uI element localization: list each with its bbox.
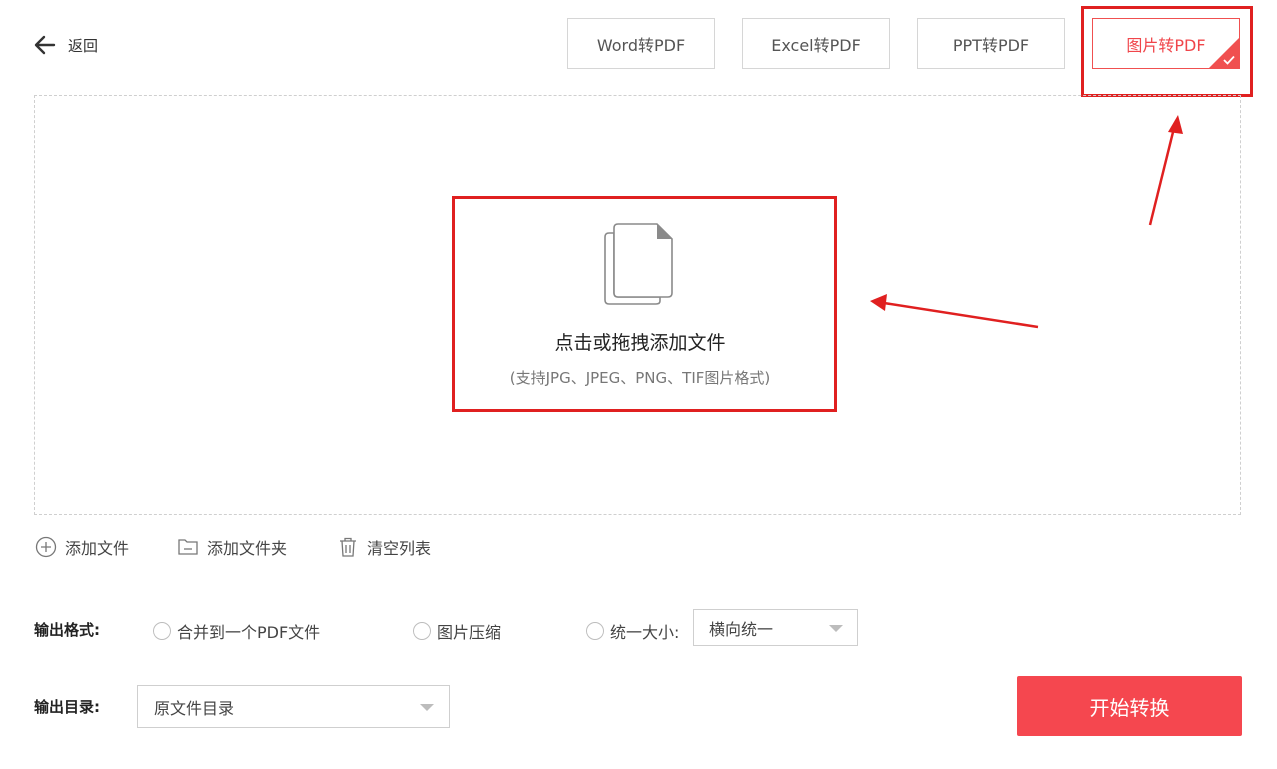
folder-icon — [178, 539, 198, 555]
radio-circle — [413, 622, 431, 640]
radio-merge-pdf[interactable]: 合并到一个PDF文件 — [153, 619, 320, 643]
add-folder-label: 添加文件夹 — [207, 539, 288, 558]
highlight-box-tab — [1081, 6, 1253, 97]
add-file-button[interactable]: 添加文件 — [35, 535, 129, 559]
back-label: 返回 — [68, 36, 99, 55]
output-dir-value: 原文件目录 — [154, 698, 235, 718]
chevron-down-icon — [829, 625, 843, 632]
tab-ppt-to-pdf[interactable]: PPT转PDF — [917, 18, 1065, 69]
chevron-down-icon — [420, 704, 434, 711]
output-format-label: 输出格式: — [34, 621, 100, 639]
back-button[interactable]: 返回 — [34, 33, 98, 57]
add-file-label: 添加文件 — [65, 539, 130, 558]
trash-icon — [340, 537, 356, 557]
highlight-box-drop-zone — [452, 196, 837, 412]
clear-list-button[interactable]: 清空列表 — [337, 535, 431, 559]
radio-label: 合并到一个PDF文件 — [177, 623, 321, 642]
radio-circle — [586, 622, 604, 640]
start-convert-button[interactable]: 开始转换 — [1017, 676, 1242, 736]
tab-label: PPT转PDF — [952, 35, 1030, 55]
add-folder-button[interactable]: 添加文件夹 — [177, 535, 287, 559]
radio-uniform-size[interactable]: 统一大小: — [586, 619, 679, 643]
start-convert-label: 开始转换 — [1089, 695, 1170, 720]
tab-label: Word转PDF — [596, 35, 686, 55]
tab-word-to-pdf[interactable]: Word转PDF — [567, 18, 715, 69]
output-dir-select[interactable]: 原文件目录 — [137, 685, 450, 728]
tab-label: Excel转PDF — [771, 35, 861, 55]
size-select-value: 横向统一 — [709, 619, 774, 639]
arrow-left-icon — [34, 35, 56, 55]
radio-image-compress[interactable]: 图片压缩 — [413, 619, 501, 643]
clear-list-label: 清空列表 — [367, 539, 432, 558]
plus-circle-icon — [35, 536, 57, 558]
output-dir-label: 输出目录: — [34, 698, 100, 716]
radio-circle — [153, 622, 171, 640]
tab-excel-to-pdf[interactable]: Excel转PDF — [742, 18, 890, 69]
radio-label: 统一大小: — [610, 623, 680, 642]
size-select[interactable]: 横向统一 — [693, 609, 858, 646]
radio-label: 图片压缩 — [437, 623, 502, 642]
